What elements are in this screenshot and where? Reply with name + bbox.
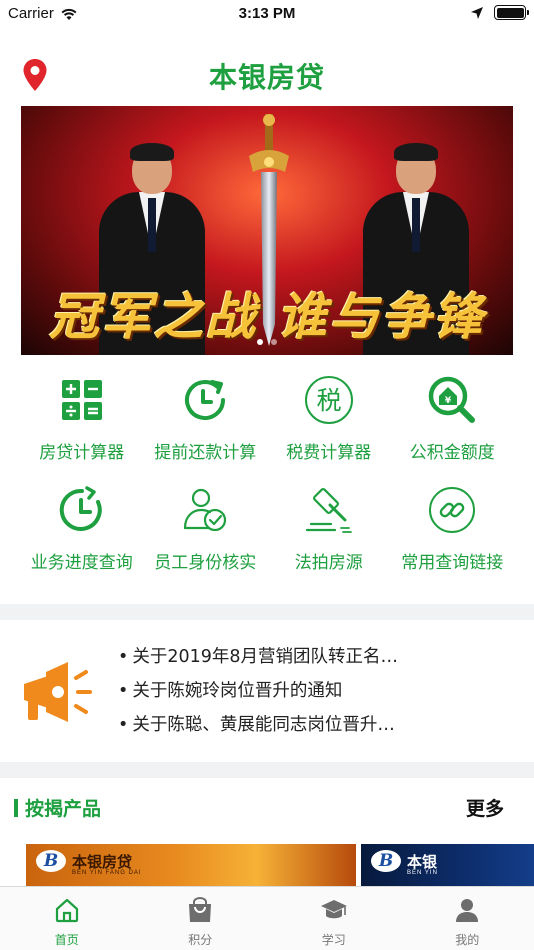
grid-item-label: 业务进度查询 (30, 553, 133, 573)
clock: 3:13 PM (238, 5, 296, 22)
tab-profile[interactable]: 我的 (401, 887, 534, 950)
gavel-icon (305, 488, 352, 533)
house-search-icon: ¥ (429, 376, 476, 423)
section-divider (0, 762, 534, 778)
grid-item-tax-calculator[interactable]: 税 税费计算器 (267, 372, 391, 482)
brand-subtitle: BEN YIN FANG DAI (72, 870, 142, 876)
section-divider (0, 604, 534, 620)
more-link[interactable]: 更多 (466, 794, 504, 821)
promo-banner[interactable]: 冠军之战 谁与争锋 (21, 106, 513, 355)
brand-logo: B 本银 BEN YIN (371, 850, 438, 876)
brand-name: 本银 (407, 852, 438, 871)
graduation-cap-icon (320, 900, 347, 919)
notice-item[interactable]: 关于2019年8月营销团队转正名… (118, 644, 398, 678)
brand-subtitle: BEN YIN (407, 870, 438, 876)
grid-item-label: 税费计算器 (286, 443, 372, 463)
pager-dot[interactable] (271, 339, 277, 345)
tax-icon: 税 (304, 376, 353, 424)
grid-item-early-repayment[interactable]: 提前还款计算 (144, 372, 268, 482)
grid-item-label: 常用查询链接 (401, 553, 504, 573)
brand-name: 本银房贷 (72, 852, 133, 871)
banner-pager[interactable] (21, 339, 513, 345)
product-card[interactable]: B 本银 BEN YIN (361, 844, 534, 892)
grid-item-auction-listings[interactable]: 法拍房源 (267, 482, 391, 592)
tab-label: 积分 (188, 933, 213, 947)
tab-label: 我的 (455, 933, 480, 947)
app-header: 本银房贷 (0, 44, 534, 104)
notice-board: 关于2019年8月营销团队转正名… 关于陈婉玲岗位晋升的通知 关于陈聪、黄展能同… (0, 620, 534, 762)
tab-points[interactable]: 积分 (134, 887, 268, 950)
notice-list: 关于2019年8月营销团队转正名… 关于陈婉玲岗位晋升的通知 关于陈聪、黄展能同… (118, 644, 398, 746)
tab-label: 学习 (321, 933, 346, 947)
battery-icon (494, 5, 529, 20)
tab-bar: 首页 积分 学习 我的 (0, 886, 534, 950)
grid-item-progress-query[interactable]: 业务进度查询 (20, 482, 144, 592)
link-icon (429, 487, 476, 533)
clock-refresh-icon (185, 380, 226, 421)
grid-item-label: 员工身份核实 (154, 553, 257, 573)
shopping-bag-icon (189, 897, 212, 922)
section-title: 按揭产品 (25, 798, 102, 820)
progress-clock-icon (59, 486, 102, 531)
user-icon (456, 899, 479, 922)
grid-item-query-links[interactable]: 常用查询链接 (391, 482, 515, 592)
feature-grid: 房贷计算器 提前还款计算 税 税费计算器 ¥ 公积金额度 业务进度查询 员工身份… (20, 372, 514, 592)
megaphone-icon (24, 662, 92, 722)
home-icon (55, 898, 78, 923)
brand-logo: B 本银房贷 BEN YIN FANG DAI (36, 850, 141, 876)
grid-item-housing-fund[interactable]: ¥ 公积金额度 (391, 372, 515, 482)
app-screen: Carrier 3:13 PM 本银房贷 冠军之战 谁与争锋 房贷计算器 提前还… (0, 0, 534, 950)
grid-item-label: 公积金额度 (409, 443, 495, 463)
tab-learning[interactable]: 学习 (267, 887, 401, 950)
svg-text:税: 税 (316, 386, 341, 415)
notice-item[interactable]: 关于陈婉玲岗位晋升的通知 (118, 678, 398, 712)
user-verify-icon (184, 488, 227, 532)
section-marker (14, 799, 18, 817)
grid-item-label: 法拍房源 (294, 553, 363, 573)
grid-item-label: 房贷计算器 (39, 443, 125, 463)
brand-logo-mark: B (36, 850, 66, 872)
pager-dot[interactable] (257, 339, 263, 345)
notice-item[interactable]: 关于陈聪、黄展能同志岗位晋升… (118, 712, 398, 746)
calculator-icon (61, 380, 102, 420)
grid-item-staff-verify[interactable]: 员工身份核实 (144, 482, 268, 592)
tab-label: 首页 (54, 933, 79, 947)
page-title: 本银房贷 (208, 61, 325, 94)
svg-text:¥: ¥ (445, 396, 452, 406)
grid-item-loan-calculator[interactable]: 房贷计算器 (20, 372, 144, 482)
tab-home[interactable]: 首页 (0, 887, 134, 950)
status-bar: Carrier 3:13 PM (0, 0, 534, 28)
brand-logo-mark: B (371, 850, 401, 872)
mortgage-products: 按揭产品 更多 B 本银房贷 BEN YIN FANG DAI B 本银 BEN… (0, 778, 534, 892)
location-arrow-icon (471, 6, 483, 19)
grid-item-label: 提前还款计算 (154, 443, 257, 463)
product-card[interactable]: B 本银房贷 BEN YIN FANG DAI (26, 844, 356, 892)
